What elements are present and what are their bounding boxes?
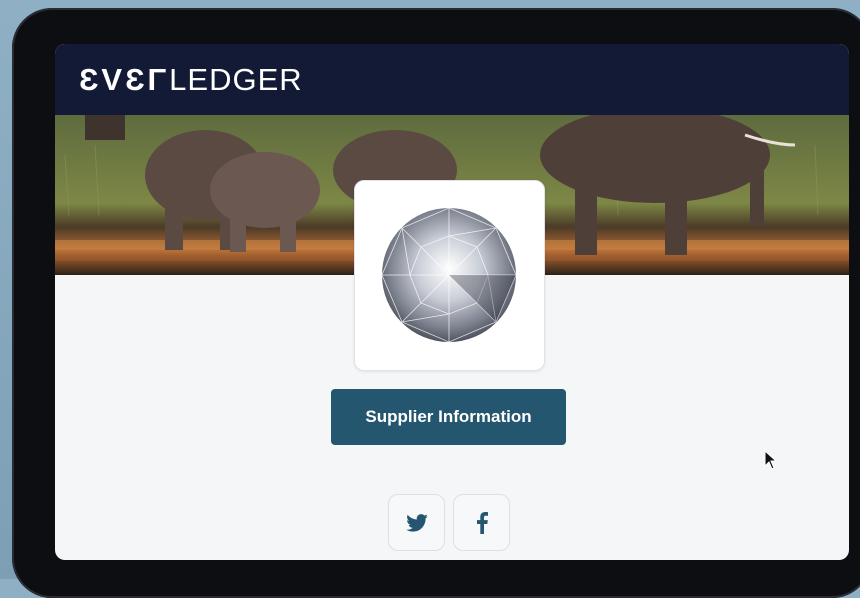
app-screen: ƐVƐΓ LEDGER Supplier Information bbox=[55, 44, 849, 560]
facebook-icon bbox=[476, 511, 488, 534]
mouse-cursor-icon bbox=[764, 449, 778, 475]
header: ƐVƐΓ LEDGER bbox=[55, 44, 849, 115]
tablet-frame: ƐVƐΓ LEDGER Supplier Information bbox=[12, 8, 860, 598]
supplier-information-button[interactable]: Supplier Information bbox=[331, 389, 566, 445]
everledger-logo[interactable]: ƐVƐΓ LEDGER bbox=[79, 62, 303, 98]
twitter-button[interactable] bbox=[388, 494, 445, 551]
logo-mark: ƐVƐΓ bbox=[79, 61, 170, 97]
facebook-button[interactable] bbox=[453, 494, 510, 551]
diamond-image bbox=[381, 207, 517, 343]
product-image-card bbox=[354, 180, 545, 371]
twitter-icon bbox=[405, 513, 428, 532]
logo-word: LEDGER bbox=[169, 61, 303, 97]
